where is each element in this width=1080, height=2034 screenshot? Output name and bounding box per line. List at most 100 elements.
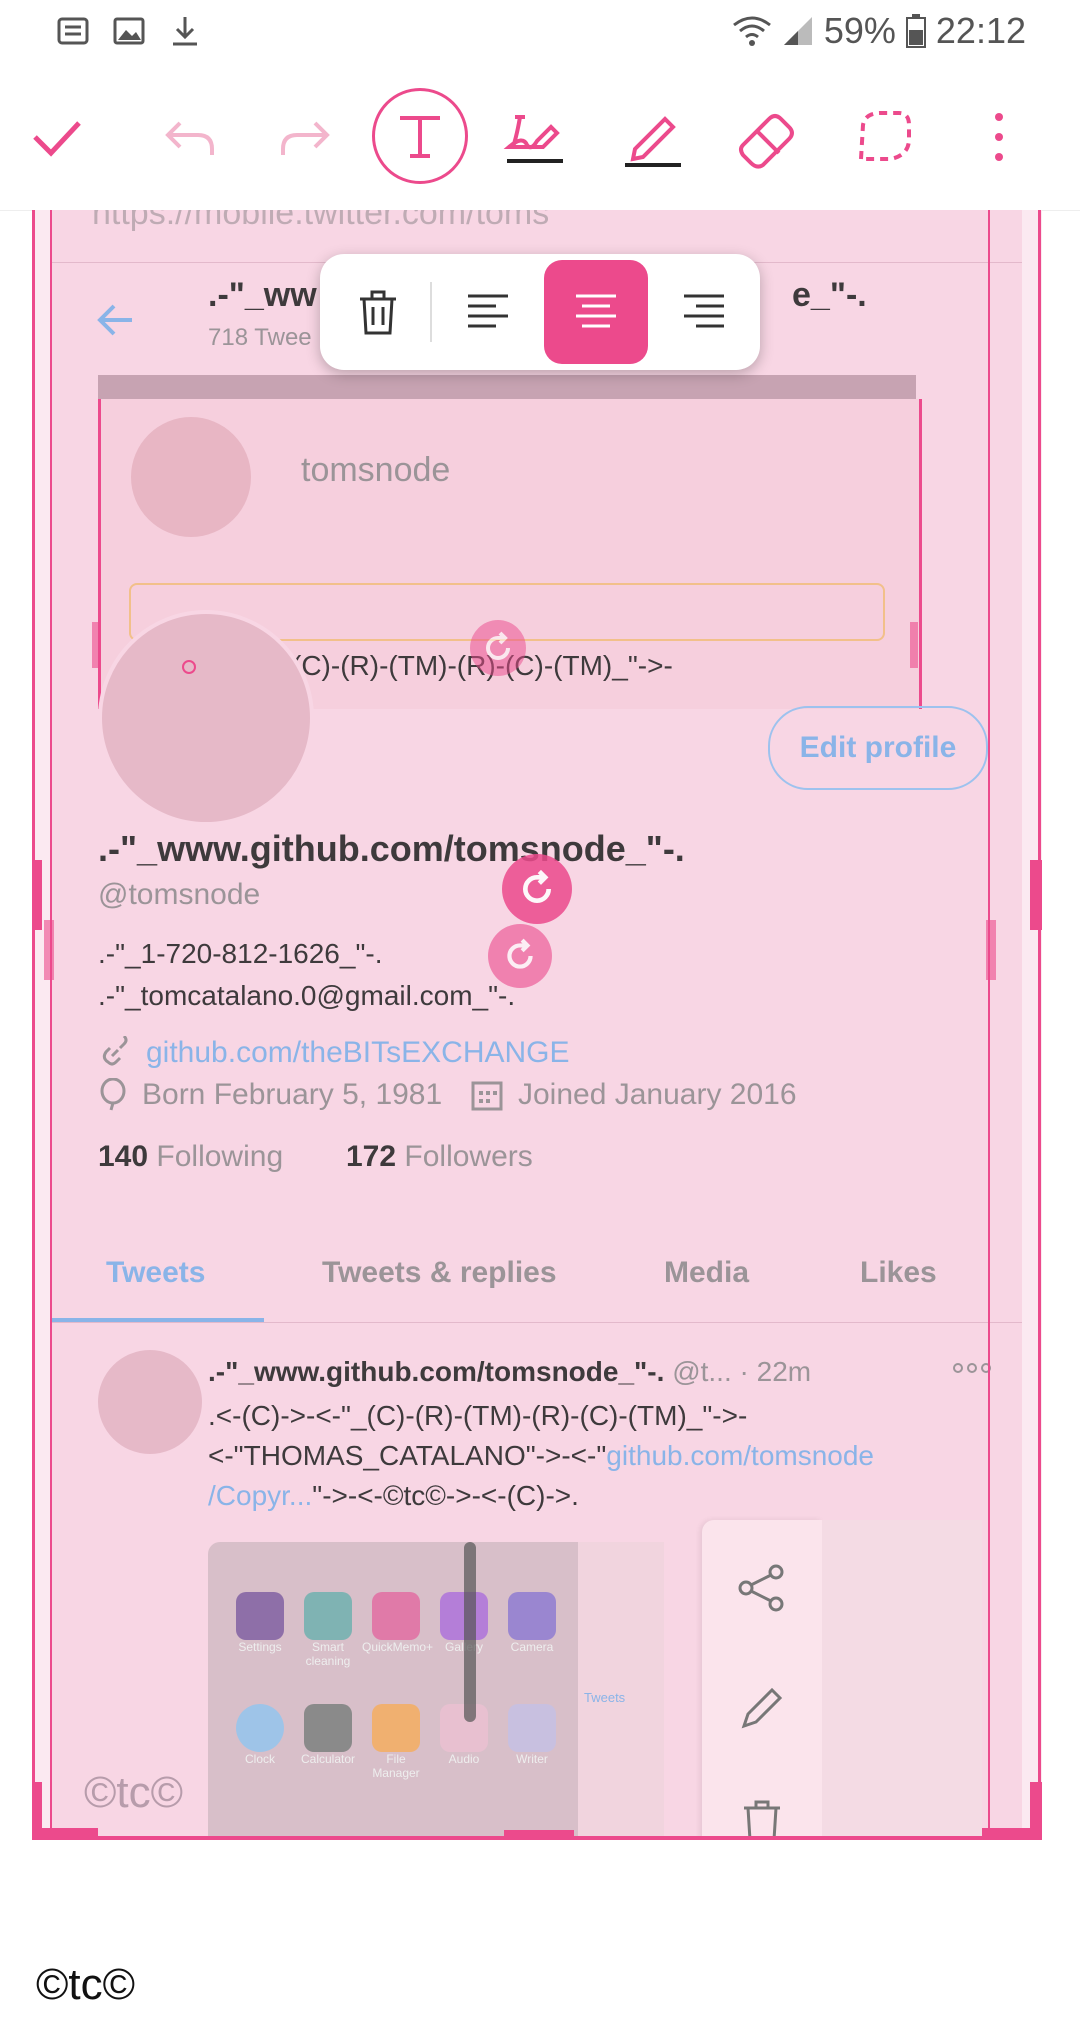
text-align-popup: [320, 254, 760, 370]
tweet-header: .-"_www.github.com/tomsnode_"-. @t... · …: [208, 1356, 811, 1388]
wifi-icon: [732, 16, 771, 46]
embedded-screenshot[interactable]: https://mobile.twitter.com/toms .-"_ww e…: [52, 210, 1022, 1840]
inner-handle-top-right[interactable]: [910, 622, 918, 668]
status-bar: 59% 22:12: [0, 0, 1080, 64]
profile-avatar[interactable]: [98, 610, 314, 826]
rotate-icon: [486, 631, 510, 660]
align-left-button[interactable]: [436, 260, 540, 364]
clock-time: 22:12: [935, 10, 1026, 51]
rotate-handle-main[interactable]: [502, 854, 572, 924]
app-file-manager: File Manager: [362, 1704, 430, 1780]
undo-icon: [165, 121, 214, 155]
inner-handle-left[interactable]: [44, 920, 54, 980]
resize-handle-bottom[interactable]: [504, 1830, 574, 1840]
tweet-handle: @t...: [672, 1356, 732, 1387]
tweet-line-3: /Copyr..."->-<-©tc©->-<-(C)->.: [208, 1480, 579, 1512]
align-center-button[interactable]: [544, 260, 648, 364]
share-panel: [702, 1520, 822, 1840]
header-name-left: .-"_ww: [208, 276, 317, 314]
more-options-button[interactable]: [954, 92, 1044, 182]
edit-pencil-icon[interactable]: [736, 1682, 788, 1739]
drawing-canvas[interactable]: https://mobile.twitter.com/toms .-"_ww e…: [32, 210, 1042, 1840]
resize-handle-bottom-right-h[interactable]: [982, 1828, 1042, 1840]
followers-count: 172: [346, 1140, 397, 1173]
text-tool-icon: [400, 116, 440, 158]
rotate-handle-inner[interactable]: [488, 924, 552, 988]
rotate-handle-banner[interactable]: [470, 620, 526, 676]
eraser-icon: [739, 114, 794, 169]
tab-tweets-replies[interactable]: Tweets & replies: [322, 1256, 557, 1290]
redo-button[interactable]: [260, 92, 350, 182]
drawing-toolbar: [0, 64, 1080, 211]
following-stat[interactable]: 140 Following: [98, 1140, 283, 1174]
tweet-media-homescreen[interactable]: Settings Smart cleaning QuickMemo+ Galle…: [208, 1542, 578, 1840]
tweet-line-3-text: "->-<-©tc©->-<-(C)->.: [312, 1480, 579, 1511]
app-quickmemo: QuickMemo+: [362, 1592, 433, 1668]
eraser-tool-button[interactable]: [722, 92, 812, 182]
tweet-avatar[interactable]: [98, 1350, 202, 1454]
share-icon[interactable]: [736, 1562, 788, 1619]
text-tool-button[interactable]: [372, 88, 468, 184]
followers-stat[interactable]: 172 Followers: [346, 1140, 533, 1174]
born-row: Born February 5, 1981: [98, 1078, 442, 1112]
pen-icon: [625, 116, 681, 167]
followers-label: Followers: [404, 1140, 533, 1173]
rotate-icon: [523, 869, 551, 903]
align-left-icon: [468, 294, 508, 328]
back-arrow-icon[interactable]: [96, 300, 136, 345]
tweet-media-browser[interactable]: Tweets: [578, 1542, 664, 1840]
inner-handle-right[interactable]: [986, 920, 996, 980]
inner-handle-top-left[interactable]: [92, 622, 100, 668]
edit-profile-label: Edit profile: [799, 731, 957, 764]
inner-watermark: ©tc©: [84, 1768, 184, 1817]
tab-tweets[interactable]: Tweets: [106, 1256, 205, 1290]
align-right-icon: [684, 294, 724, 328]
pen-tool-button[interactable]: [608, 92, 698, 182]
center-point: [182, 660, 196, 674]
done-button[interactable]: [12, 92, 102, 182]
tab-likes[interactable]: Likes: [860, 1256, 937, 1290]
url-bar-partial: https://mobile.twitter.com/toms: [92, 210, 550, 232]
battery-percent: 59%: [823, 10, 896, 51]
signal-icon: [783, 17, 812, 45]
selection-frame-right: [1038, 210, 1041, 1840]
app-camera: Camera: [498, 1592, 566, 1668]
link-icon: [102, 1036, 128, 1066]
resize-handle-right[interactable]: [1030, 860, 1042, 930]
handwriting-tool-button[interactable]: [490, 92, 580, 182]
tab-media[interactable]: Media: [664, 1256, 749, 1290]
download-icon: [173, 17, 197, 46]
align-right-button[interactable]: [652, 260, 756, 364]
banner-top-bar: [98, 375, 916, 399]
following-count: 140: [98, 1140, 149, 1173]
banner-avatar: [131, 417, 251, 537]
align-center-icon: [576, 294, 616, 328]
edit-profile-button[interactable]: Edit profile: [768, 706, 988, 790]
joined-date: Joined January 2016: [518, 1078, 797, 1111]
profile-link[interactable]: github.com/theBITsEXCHANGE: [146, 1036, 570, 1070]
selection-frame-left: [32, 210, 35, 1840]
app-smart-cleaning: Smart cleaning: [294, 1592, 362, 1668]
app-grid: Settings Smart cleaning QuickMemo+ Galle…: [226, 1592, 566, 1780]
status-notifications: [56, 14, 202, 48]
inner-frame-left: [50, 210, 52, 1840]
header-name-right: e_"-.: [792, 276, 867, 314]
delete-text-button[interactable]: [326, 260, 430, 364]
handwriting-icon: [503, 115, 563, 163]
undo-button[interactable]: [145, 92, 235, 182]
tweet-more-icon[interactable]: [952, 1358, 992, 1383]
tweet-link-1[interactable]: github.com/tomsnode: [606, 1440, 874, 1471]
display-name: .-"_www.github.com/tomsnode_"-.: [98, 828, 685, 869]
image-icon: [113, 17, 145, 45]
lasso-tool-button[interactable]: [838, 92, 928, 182]
resize-handle-left[interactable]: [32, 860, 42, 930]
share-delete-icon[interactable]: [740, 1800, 784, 1840]
profile-link-row[interactable]: github.com/theBITsEXCHANGE: [98, 1036, 570, 1070]
tweet-line-2-text: <-"THOMAS_CATALANO"->-<-": [208, 1440, 607, 1471]
app-calculator: Calculator: [294, 1704, 362, 1780]
tweet-link-2[interactable]: /Copyr...: [208, 1480, 312, 1511]
resize-handle-bottom-left-h[interactable]: [32, 1828, 98, 1840]
tweet-line-2: <-"THOMAS_CATALANO"->-<-"github.com/toms…: [208, 1440, 874, 1472]
profile-tabs: Tweets Tweets & replies Media Likes: [52, 1250, 1022, 1323]
joined-row: Joined January 2016: [470, 1078, 797, 1112]
